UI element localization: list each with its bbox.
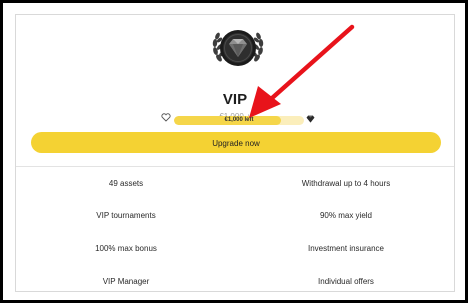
- progress-bar: €1,000 left: [174, 116, 304, 125]
- heart-outline-icon: [161, 113, 171, 122]
- feature-item: 100% max bonus: [95, 244, 157, 253]
- diamond-laurel-badge-icon: [212, 30, 264, 66]
- section-divider: [16, 166, 454, 167]
- feature-item: VIP tournaments: [96, 211, 156, 220]
- screenshot-frame: VIP €1,000 + €1,000 left Upgrade now 49 …: [0, 0, 468, 303]
- feature-item: Individual offers: [318, 277, 374, 286]
- feature-item: VIP Manager: [102, 277, 150, 286]
- diamond-icon: [306, 115, 315, 123]
- progress-label: €1,000 left: [224, 117, 254, 123]
- vip-plan-card: VIP €1,000 + €1,000 left Upgrade now 49 …: [15, 14, 455, 292]
- feature-item: Investment insurance: [307, 244, 385, 253]
- feature-item: 49 assets: [108, 179, 144, 188]
- upgrade-now-button[interactable]: Upgrade now: [31, 132, 441, 153]
- plan-header: VIP €1,000 + €1,000 left Upgrade now: [16, 15, 454, 166]
- feature-item: Withdrawal up to 4 hours: [301, 179, 391, 188]
- feature-item: 90% max yield: [319, 211, 373, 220]
- plan-title: VIP: [222, 91, 248, 108]
